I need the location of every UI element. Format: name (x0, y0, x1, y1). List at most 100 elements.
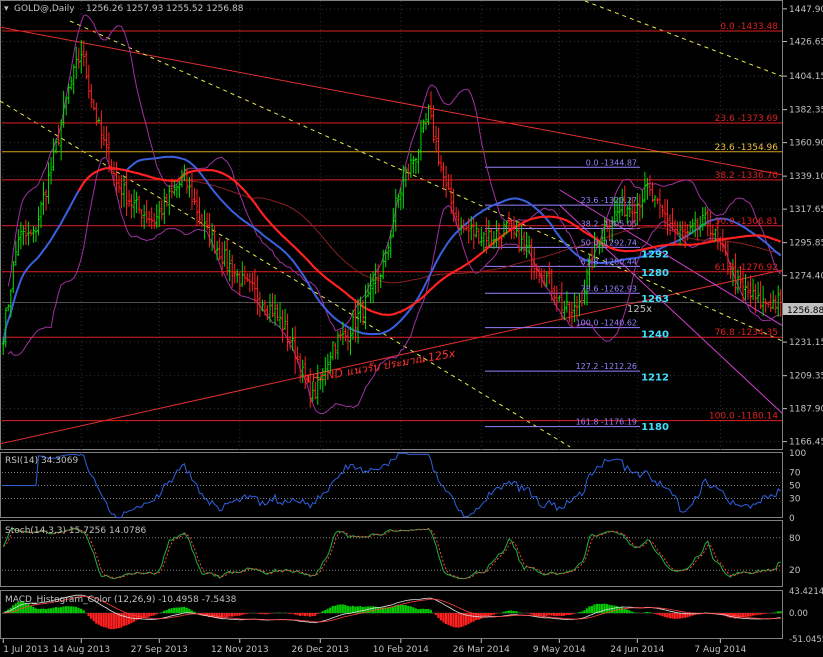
time-axis-label-3: 12 Nov 2013 (211, 645, 269, 655)
macd-hist-bar (671, 613, 674, 619)
macd-hist-bar (414, 608, 417, 614)
macd-hist-bar (560, 613, 563, 617)
macd-hist-bar (243, 613, 246, 615)
macd-hist-bar (754, 613, 757, 616)
macd-hist-bar (334, 605, 337, 614)
macd-hist-bar (54, 607, 58, 614)
macd-hist-bar (155, 613, 158, 615)
chart-header-icon: ▾ (4, 4, 9, 14)
macd-hist-bar (653, 613, 656, 614)
macd-hist-bar (744, 613, 747, 617)
macd-hist-bar (663, 613, 666, 617)
macd-hist-bar (132, 613, 136, 622)
macd-hist-bar (311, 613, 314, 617)
time-axis-label-5: 10 Feb 2014 (373, 645, 429, 655)
stoch-title: Stoch(14,3,3) 15.7256 14.0786 (5, 526, 146, 536)
macd-hist-bar (117, 613, 120, 629)
macd-hist-bar (145, 613, 148, 618)
macd-hist-bar (467, 613, 470, 625)
macd-hist-bar (558, 613, 561, 616)
macd-hist-bar (480, 613, 483, 619)
target-label-5: 1180 (641, 422, 669, 433)
macd-hist-bar (751, 613, 755, 616)
macd-hist-bar (150, 613, 153, 616)
macd-hist-bar (376, 607, 380, 614)
macd-hist-bar (324, 610, 327, 614)
macd-hist-bar (77, 607, 80, 614)
macd-hist-bar (535, 613, 538, 616)
price-axis-label-12: 1426.65 (789, 38, 823, 48)
macd-hist-bar (593, 604, 596, 614)
macd-hist-bar (298, 613, 302, 617)
macd-hist-bar (49, 608, 53, 614)
macd-hist-bar (678, 613, 682, 619)
macd-hist-bar (339, 604, 342, 614)
macd-hist-bar (643, 612, 646, 614)
time-axis-label-8: 24 Jun 2014 (610, 645, 664, 655)
price-axis-label-5: 1274.40 (789, 272, 823, 282)
macd-hist-bar (507, 610, 510, 614)
macd-hist-bar (303, 613, 307, 616)
macd-hist-bar (236, 613, 239, 616)
macd-hist-bar (530, 613, 533, 615)
macd-hist-bar (726, 613, 729, 618)
macd-hist-bar (291, 613, 294, 614)
rsi-title: RSI(14) 34.3069 (5, 456, 78, 466)
macd-hist-bar (29, 605, 32, 614)
macd-hist-bar (92, 613, 95, 622)
macd-hist-bar (570, 613, 573, 615)
price-axis-label-13: 1447.90 (789, 5, 823, 15)
support-target-annotation: 125x (627, 304, 652, 315)
macd-hist-bar (165, 610, 168, 614)
macd-hist-bar (623, 608, 626, 614)
macd-hist-bar (52, 607, 55, 614)
chart-ohlc-readout: 1256.26 1257.93 1255.52 1256.88 (86, 4, 244, 14)
fib-red-label-2: 38.2 -1336.70 (715, 171, 779, 181)
macd-hist-bar (452, 613, 455, 628)
macd-hist-bar (180, 607, 183, 614)
macd-hist-bar (42, 608, 45, 614)
macd-hist-bar (459, 613, 463, 628)
macd-hist-bar (301, 613, 304, 616)
macd-hist-bar (407, 605, 410, 614)
macd-hist-bar (314, 613, 317, 616)
macd-hist-bar (215, 613, 219, 618)
macd-hist-bar (409, 606, 412, 614)
macd-hist-bar (386, 607, 390, 614)
macd-hist-bar (57, 607, 60, 614)
macd-hist-bar (316, 613, 319, 614)
macd-hist-bar (454, 613, 458, 628)
macd-hist-bar (336, 604, 339, 614)
macd-hist-bar (152, 613, 156, 616)
macd-hist-bar (613, 605, 616, 614)
macd-hist-bar (62, 606, 65, 614)
macd-hist-bar (550, 613, 553, 616)
macd-hist-bar (293, 613, 297, 615)
macd-hist-bar (434, 613, 437, 616)
macd-hist-bar (326, 608, 329, 614)
macd-hist-bar (168, 608, 171, 614)
macd-hist-bar (746, 613, 749, 617)
macd-hist-bar (429, 610, 432, 614)
rsi-axis-label-4: 0 (789, 514, 795, 524)
time-axis-label-9: 7 Aug 2014 (694, 645, 746, 655)
price-axis-label-1: 1187.90 (789, 405, 823, 415)
time-axis-label-0: 1 Jul 2013 (3, 645, 48, 655)
macd-hist-bar (241, 613, 244, 615)
macd-hist-bar (610, 605, 614, 614)
macd-hist-bar (447, 613, 450, 625)
fib-red-label-1: 23.6 -1373.69 (715, 114, 779, 124)
macd-hist-bar (729, 613, 732, 618)
macd-hist-bar (238, 613, 241, 616)
price-axis-label-2: 1209.35 (789, 372, 823, 382)
macd-hist-bar (296, 613, 299, 616)
macd-hist-bar (39, 608, 42, 614)
macd-hist-bar (417, 609, 420, 614)
chart-window[interactable]: 0.0 -1433.48 23.6 -1373.69 38.2 -1336.70 50… (0, 0, 823, 657)
macd-hist-bar (512, 610, 515, 614)
fib-violet-label-0: 0.0 -1344.87 (586, 158, 637, 167)
macd-hist-bar (656, 613, 659, 615)
macd-hist-bar (404, 605, 407, 614)
macd-hist-bar (588, 606, 591, 614)
macd-hist-bar (568, 613, 571, 616)
